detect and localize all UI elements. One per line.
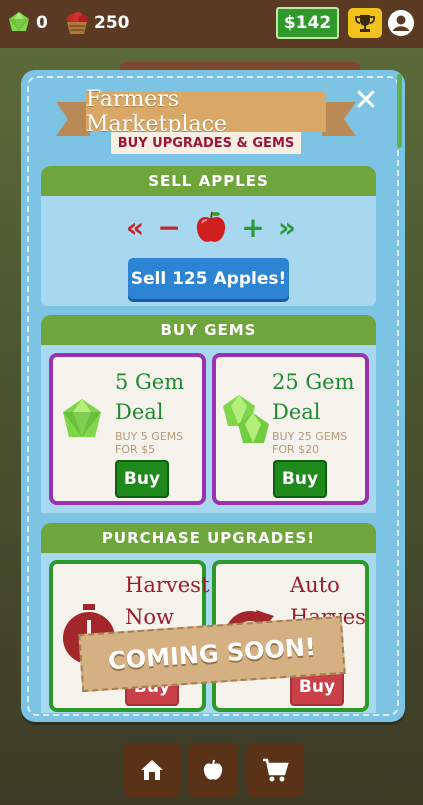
increase-fast-button[interactable]: » xyxy=(278,214,296,242)
profile-button[interactable] xyxy=(388,10,414,36)
buy-gems-header: BUY GEMS xyxy=(41,315,376,345)
sell-apples-header: SELL APPLES xyxy=(41,166,376,196)
gem-icon xyxy=(223,395,269,443)
gem-deal-description: BUY 5 GEMS xyxy=(115,430,184,443)
cart-icon xyxy=(263,758,289,782)
apple-icon xyxy=(203,759,223,780)
gem-deal-description: BUY 25 GEMS xyxy=(272,430,348,443)
upgrade-title: Auto xyxy=(290,573,340,597)
apple-counter: 250 xyxy=(64,10,130,36)
increase-button[interactable]: + xyxy=(241,214,264,242)
buy-button[interactable]: Buy xyxy=(115,460,169,498)
decrease-button[interactable]: − xyxy=(157,214,180,242)
apple-icon xyxy=(196,211,226,242)
gem-count: 0 xyxy=(36,13,48,33)
gem-deal-card-25[interactable]: 25 Gem Deal BUY 25 GEMS FOR $20 Buy xyxy=(212,353,369,505)
apple-count: 250 xyxy=(94,13,130,33)
apple-basket-icon xyxy=(67,12,88,34)
gem-deal-card-5[interactable]: 5 Gem Deal BUY 5 GEMS FOR $5 Buy xyxy=(49,353,206,505)
gem-deal-price: FOR $20 xyxy=(272,443,320,456)
sell-quantity-controls: « − + » xyxy=(126,208,296,248)
modal-subtitle: BUY UPGRADES & GEMS xyxy=(111,132,301,154)
buy-button[interactable]: Buy xyxy=(273,460,327,498)
trophy-icon xyxy=(355,15,375,32)
close-icon[interactable]: ✕ xyxy=(352,86,380,116)
money-balance: $142 xyxy=(276,7,339,39)
top-bar: 0 250 $142 xyxy=(0,0,423,46)
gem-deal-title: 25 Gem xyxy=(272,370,355,394)
profile-icon xyxy=(388,10,414,36)
sell-apples-button[interactable]: Sell 125 Apples! xyxy=(128,258,289,299)
decrease-fast-button[interactable]: « xyxy=(126,214,144,242)
gem-deal-price: FOR $5 xyxy=(115,443,156,456)
apple-nav-button[interactable] xyxy=(188,743,238,797)
home-nav-button[interactable] xyxy=(123,743,181,797)
modal-scrollbar[interactable] xyxy=(397,74,402,148)
gem-deal-title: Deal xyxy=(272,400,321,424)
gem-icon xyxy=(63,399,101,437)
gem-counter: 0 xyxy=(6,10,48,36)
purchase-upgrades-header: PURCHASE UPGRADES! xyxy=(41,523,376,553)
cart-nav-button[interactable] xyxy=(246,743,304,797)
gem-icon xyxy=(9,12,29,31)
modal-title: Farmers Marketplace xyxy=(86,87,326,137)
gem-deal-title: 5 Gem xyxy=(115,370,185,394)
upgrade-title: Harvest xyxy=(125,573,210,597)
trophy-button[interactable] xyxy=(348,8,382,38)
home-icon xyxy=(141,760,163,780)
gem-deal-title: Deal xyxy=(115,400,164,424)
